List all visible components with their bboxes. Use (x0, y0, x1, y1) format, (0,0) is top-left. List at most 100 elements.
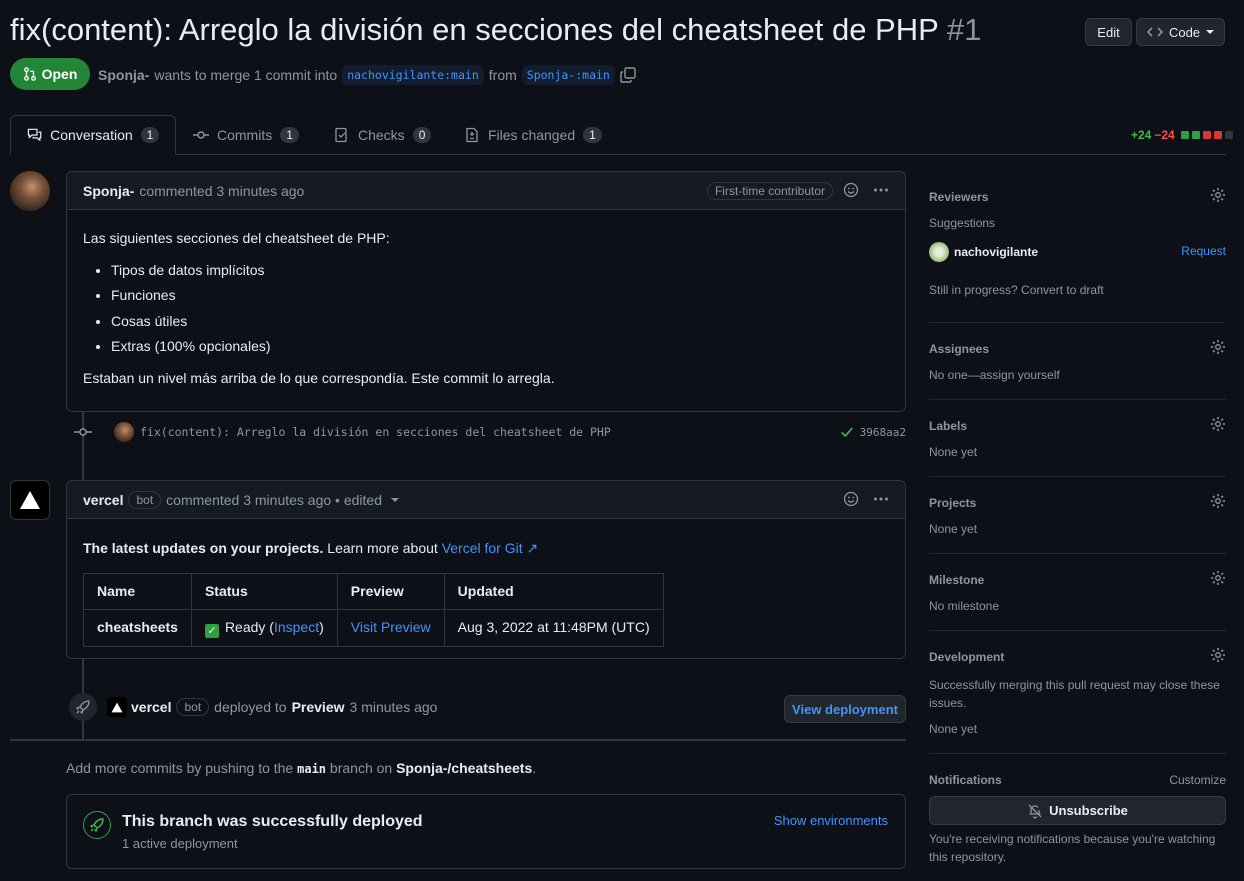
tab-conversation[interactable]: Conversation 1 (10, 115, 176, 155)
vercel-avatar[interactable] (107, 697, 127, 717)
bell-slash-icon (1028, 804, 1042, 819)
rocket-badge (69, 693, 97, 721)
comment-discussion-icon (27, 128, 42, 142)
pull-request-icon (23, 67, 36, 81)
diffstat-block (1202, 131, 1211, 139)
sidebar-reviewers: Reviewers Suggestions nachovigilante Req… (929, 187, 1226, 323)
code-button[interactable]: Code (1136, 18, 1225, 46)
convert-to-draft-link[interactable]: Still in progress? Convert to draft (929, 283, 1104, 297)
sidebar-notifications: Notifications Customize Unsubscribe You'… (929, 773, 1226, 881)
milestone-value: No milestone (929, 599, 1000, 613)
chevron-down-icon (1206, 30, 1215, 34)
commit-event: fix(content): Arreglo la división en sec… (66, 420, 906, 444)
diffstat-block (1213, 131, 1222, 139)
reviewer-suggestion: nachovigilante (929, 242, 1038, 262)
diffstat: +24 −24 (1131, 128, 1233, 142)
push-hint-suffix: . (532, 760, 537, 776)
copy-icon[interactable] (620, 67, 636, 83)
gear-icon[interactable] (1210, 493, 1226, 509)
pr-author-link[interactable]: Sponja- (98, 67, 149, 83)
sidebar-title[interactable]: Milestone (929, 573, 984, 587)
list-item: Funciones (111, 286, 889, 306)
tab-checks[interactable]: Checks 0 (318, 115, 447, 155)
deployment-status-box: This branch was successfully deployed 1 … (66, 794, 906, 869)
check-icon[interactable] (840, 425, 854, 439)
smiley-icon[interactable] (843, 182, 859, 198)
avatar[interactable] (114, 422, 134, 442)
rocket-icon (89, 818, 104, 833)
base-branch[interactable]: nachovigilante:main (342, 65, 484, 85)
push-hint: Add more commits by pushing to the main … (66, 760, 536, 776)
show-environments-link[interactable]: Show environments (774, 813, 888, 828)
sidebar-title[interactable]: Reviewers (929, 190, 988, 204)
unsubscribe-label: Unsubscribe (1049, 803, 1128, 818)
comment-author[interactable]: Sponja- (83, 183, 134, 199)
tab-label: Conversation (50, 127, 133, 143)
diffstat-block (1180, 131, 1189, 139)
tab-label: Commits (217, 127, 273, 143)
tab-commits[interactable]: Commits 1 (177, 115, 315, 155)
sidebar-title[interactable]: Development (929, 650, 1004, 664)
sidebar-milestone: Milestone No milestone (929, 570, 1226, 631)
avatar[interactable] (10, 171, 50, 211)
gear-icon[interactable] (1210, 647, 1226, 663)
comment-timestamp[interactable]: commented 3 minutes ago (139, 183, 304, 199)
comment-timestamp[interactable]: commented 3 minutes ago • edited (166, 492, 382, 508)
checklist-icon (335, 127, 347, 143)
deployment-status-subtitle: 1 active deployment (122, 836, 238, 851)
reviewer-suggestions-label: Suggestions (929, 216, 996, 230)
gear-icon[interactable] (1210, 339, 1226, 355)
smiley-icon[interactable] (843, 491, 859, 507)
table-cell: Aug 3, 2022 at 11:48PM (UTC) (443, 609, 664, 648)
comment-author[interactable]: vercel (83, 492, 123, 508)
comment-body: Las siguientes secciones del cheatsheet … (67, 210, 905, 405)
list-item: Cosas útiles (111, 312, 889, 332)
request-review-link[interactable]: Request (1181, 244, 1226, 258)
gear-icon[interactable] (1210, 416, 1226, 432)
edit-button[interactable]: Edit (1085, 18, 1132, 46)
list-item: Extras (100% opcionales) (111, 337, 889, 357)
commit-sha-link[interactable]: 3968aa2 (860, 426, 906, 439)
tab-files-changed[interactable]: Files changed 1 (448, 115, 618, 155)
chevron-down-icon[interactable] (390, 496, 399, 504)
commit-message-link[interactable]: fix(content): Arreglo la división en sec… (140, 425, 611, 439)
sidebar-title[interactable]: Labels (929, 419, 967, 433)
vercel-for-git-link[interactable]: Vercel for Git ↗ (442, 540, 539, 556)
gear-icon[interactable] (1210, 187, 1226, 203)
deploy-action: deployed to (214, 699, 287, 715)
preview-cell: Visit Preview (336, 609, 445, 648)
table-header: Status (190, 572, 338, 611)
reviewer-name[interactable]: nachovigilante (954, 245, 1038, 259)
vercel-lead-text: Learn more about (327, 540, 438, 556)
pr-state-label: Open (41, 66, 78, 82)
visit-preview-link[interactable]: Visit Preview (351, 619, 431, 635)
vercel-logo-icon (20, 491, 40, 509)
gear-icon[interactable] (1210, 570, 1226, 586)
pr-state-badge: Open (10, 58, 90, 90)
timeline-end-divider (10, 739, 906, 741)
development-text: Successfully merging this pull request m… (929, 678, 1220, 710)
from-text: from (488, 67, 517, 83)
pr-title-text: fix(content): Arreglo la división en sec… (10, 12, 939, 47)
status-cell: ✓ Ready (Inspect) (190, 609, 338, 648)
deploy-time[interactable]: 3 minutes ago (350, 699, 438, 715)
deploy-event: vercel bot deployed to Preview 3 minutes… (66, 690, 906, 724)
view-deployment-button[interactable]: View deployment (784, 695, 906, 723)
avatar[interactable] (929, 242, 949, 262)
tab-count: 1 (280, 127, 299, 143)
diffstat-additions: +24 (1131, 128, 1152, 142)
head-branch[interactable]: Sponja-:main (521, 65, 615, 85)
unsubscribe-button[interactable]: Unsubscribe (929, 796, 1226, 825)
kebab-menu-icon[interactable] (873, 182, 889, 198)
inspect-link[interactable]: Inspect (274, 619, 319, 635)
vercel-avatar[interactable] (10, 480, 50, 520)
list-item: Tipos de datos implícitos (111, 261, 889, 281)
kebab-menu-icon[interactable] (873, 491, 889, 507)
deploy-actor[interactable]: vercel (131, 699, 171, 715)
push-hint-repo[interactable]: Sponja-/cheatsheets (396, 760, 532, 776)
assign-yourself-link[interactable]: No one—assign yourself (929, 368, 1060, 382)
sidebar-title[interactable]: Projects (929, 496, 976, 510)
tab-label: Files changed (488, 127, 576, 143)
customize-link[interactable]: Customize (1169, 773, 1226, 787)
sidebar-title[interactable]: Assignees (929, 342, 989, 356)
